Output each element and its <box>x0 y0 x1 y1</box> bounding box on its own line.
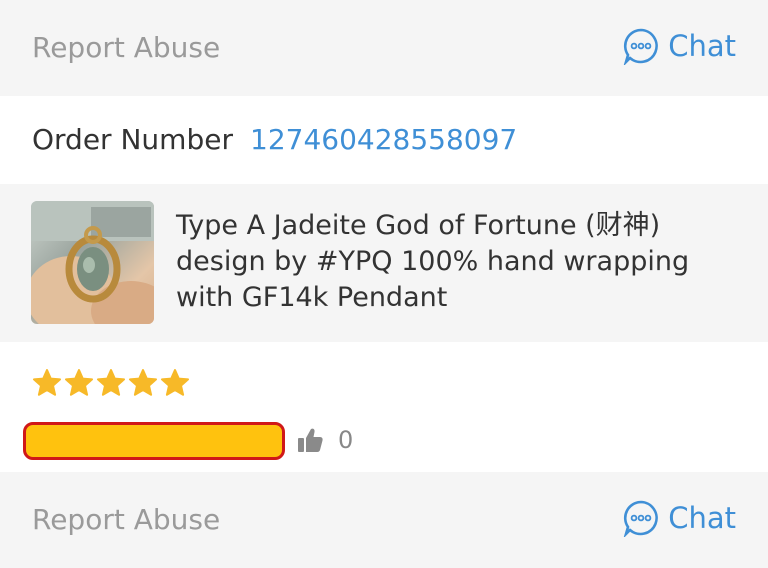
report-abuse-link[interactable]: Report Abuse <box>32 500 220 540</box>
product-thumbnail[interactable] <box>31 201 154 324</box>
review-block: 0 <box>0 342 768 472</box>
chat-bubble-icon <box>624 28 659 65</box>
star-icon <box>97 369 125 396</box>
order-number-link[interactable]: 127460428558097 <box>250 120 517 160</box>
star-icon <box>129 369 157 396</box>
chat-button[interactable]: Chat <box>622 498 736 538</box>
star-icon <box>33 369 61 396</box>
like-button[interactable]: 0 <box>296 424 353 456</box>
star-rating <box>32 368 190 398</box>
order-number-label: Order Number <box>32 123 233 156</box>
chat-label: Chat <box>668 29 736 63</box>
thumbs-up-icon <box>298 428 323 452</box>
jade-pendant-photo <box>31 201 154 324</box>
star-icon <box>65 369 93 396</box>
top-action-bar: Report Abuse Chat <box>0 0 768 96</box>
redacted-reviewer-name <box>23 422 285 460</box>
chat-button[interactable]: Chat <box>622 26 736 66</box>
order-number-row: Order Number 127460428558097 <box>0 96 768 184</box>
report-abuse-link[interactable]: Report Abuse <box>32 28 220 68</box>
bottom-action-bar: Report Abuse Chat <box>0 472 768 568</box>
chat-label: Chat <box>668 501 736 535</box>
star-icon <box>161 369 189 396</box>
like-count: 0 <box>338 426 354 454</box>
product-title[interactable]: Type A Jadeite God of Fortune (财神) desig… <box>176 208 746 316</box>
chat-bubble-icon <box>624 500 659 537</box>
product-row[interactable]: Type A Jadeite God of Fortune (财神) desig… <box>0 184 768 342</box>
